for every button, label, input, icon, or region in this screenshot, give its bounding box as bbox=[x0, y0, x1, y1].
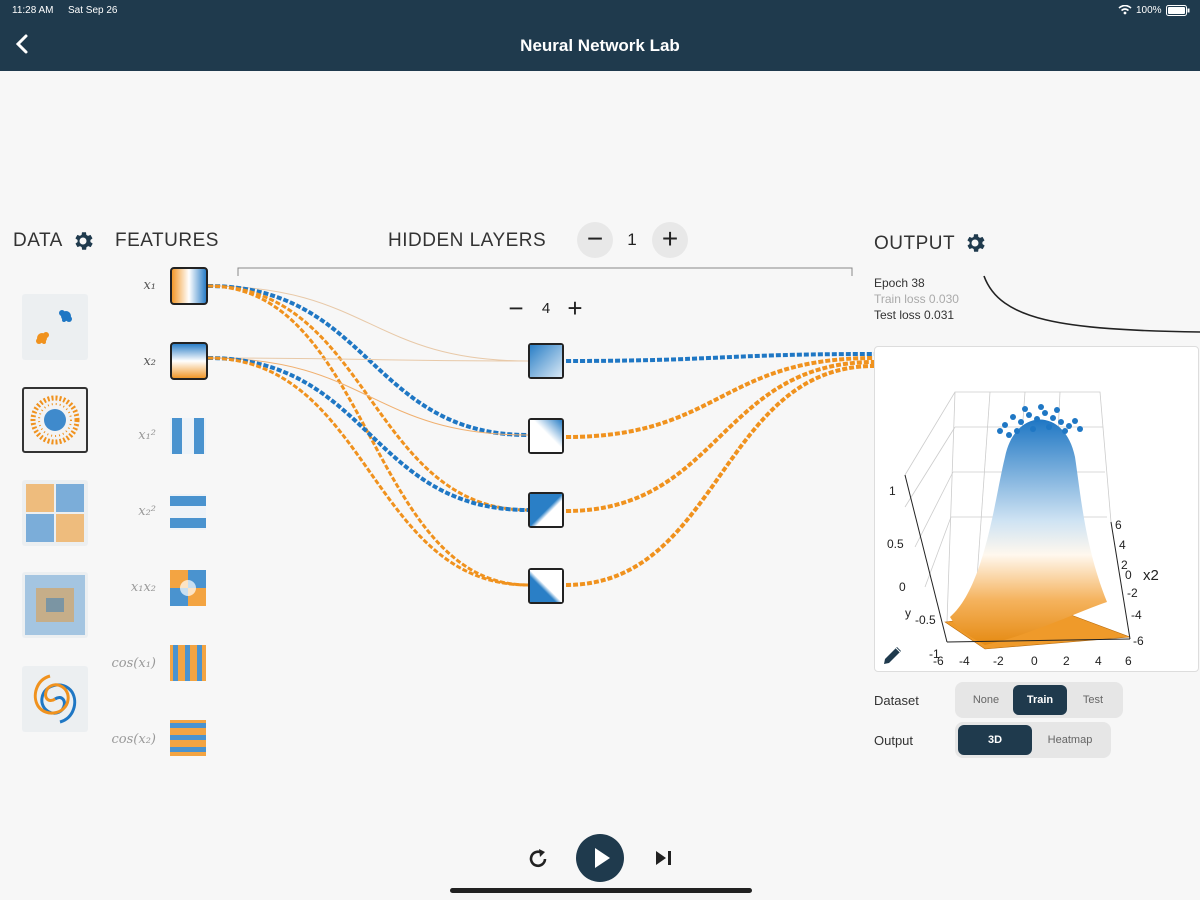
y-tick-0: 0 bbox=[1125, 568, 1132, 582]
neuron-2[interactable] bbox=[528, 418, 564, 454]
z-tick-0: 0 bbox=[899, 580, 906, 594]
z-tick-minus-0.5: -0.5 bbox=[915, 613, 936, 627]
y-tick-minus-2: -2 bbox=[1127, 586, 1138, 600]
x-tick-minus-6: -4 bbox=[959, 654, 970, 668]
dataset-toggle-label: Dataset bbox=[874, 693, 919, 708]
step-icon bbox=[656, 851, 671, 865]
dataset-noisy[interactable] bbox=[22, 572, 88, 638]
feature-label-x1-squared: x₁² bbox=[138, 428, 156, 443]
feature-x1[interactable] bbox=[170, 267, 208, 305]
z-axis-label: y bbox=[905, 606, 911, 620]
x-tick-6: 6 bbox=[1125, 654, 1132, 668]
feature-label-x2-squared: x₂² bbox=[138, 504, 156, 519]
connection-n3-out bbox=[565, 360, 875, 513]
y-tick-minus-4: -4 bbox=[1131, 608, 1142, 622]
output-3d-plot[interactable]: 1 0.5 0 -0.5 -1 y -4 -2 0 2 4 6 -6 6 4 2… bbox=[874, 346, 1199, 672]
y-axis-label: x2 bbox=[1143, 567, 1159, 584]
surface-peak bbox=[950, 419, 1107, 645]
connection-n2-out bbox=[565, 356, 875, 439]
step-button[interactable] bbox=[652, 846, 676, 870]
loss-curve bbox=[983, 275, 1200, 333]
reset-button[interactable] bbox=[524, 845, 552, 873]
dataset-option-test[interactable]: Test bbox=[1067, 685, 1119, 715]
feature-cos-x2[interactable] bbox=[170, 720, 206, 756]
dataset-circle[interactable] bbox=[22, 387, 88, 453]
output-toggle: 3D Heatmap bbox=[955, 722, 1111, 758]
feature-label-cos-x2: cos(x₂) bbox=[111, 732, 156, 747]
feature-cos-x1[interactable] bbox=[170, 645, 206, 681]
z-tick-0.5: 0.5 bbox=[887, 537, 904, 551]
pencil-icon bbox=[884, 647, 901, 664]
x-tick-2: 2 bbox=[1063, 654, 1070, 668]
dataset-option-none[interactable]: None bbox=[959, 685, 1013, 715]
output-toggle-label: Output bbox=[874, 733, 914, 748]
play-button[interactable] bbox=[576, 834, 624, 882]
reset-icon bbox=[529, 849, 547, 868]
edit-plot-button[interactable] bbox=[881, 643, 905, 667]
dataset-toggle: None Train Test bbox=[955, 682, 1123, 718]
connection-x2-n3 bbox=[207, 356, 529, 512]
x-tick-6-left: -6 bbox=[933, 654, 944, 668]
output-option-heatmap[interactable]: Heatmap bbox=[1033, 725, 1107, 755]
connection-x1-n3 bbox=[207, 284, 529, 512]
x-tick-0: 0 bbox=[1031, 654, 1038, 668]
epoch-counter: Epoch 38 bbox=[874, 276, 925, 290]
feature-label-cos-x1: cos(x₁) bbox=[111, 656, 156, 671]
feature-x1x2[interactable] bbox=[170, 570, 206, 606]
y-tick-6: 6 bbox=[1115, 518, 1122, 532]
hidden-layers-bracket bbox=[237, 267, 853, 276]
dataset-xor[interactable] bbox=[22, 480, 88, 546]
feature-label-x1x2: x₁x₂ bbox=[130, 580, 156, 595]
y-tick-minus-6: -6 bbox=[1133, 634, 1144, 648]
connection-n4-out bbox=[565, 364, 875, 587]
test-loss: Test loss 0.031 bbox=[874, 308, 955, 322]
feature-x2[interactable] bbox=[170, 342, 208, 380]
feature-label-x1: x₁ bbox=[143, 278, 156, 293]
neuron-1[interactable] bbox=[528, 343, 564, 379]
connection-x2-n4 bbox=[207, 356, 529, 587]
neuron-4[interactable] bbox=[528, 568, 564, 604]
play-icon bbox=[595, 848, 610, 868]
dataset-gaussian[interactable] bbox=[22, 294, 88, 360]
feature-x1-squared[interactable] bbox=[170, 418, 206, 454]
output-option-3d[interactable]: 3D bbox=[958, 725, 1032, 755]
x-tick-minus-2: -2 bbox=[993, 654, 1004, 668]
x-tick-4: 4 bbox=[1095, 654, 1102, 668]
dataset-option-train[interactable]: Train bbox=[1013, 685, 1067, 715]
z-tick-1: 1 bbox=[889, 484, 896, 498]
home-indicator bbox=[450, 888, 752, 893]
train-loss: Train loss 0.030 bbox=[874, 292, 959, 306]
dataset-spiral[interactable] bbox=[22, 666, 88, 732]
feature-x2-squared[interactable] bbox=[170, 494, 206, 530]
neuron-3[interactable] bbox=[528, 492, 564, 528]
connection-x1-n4 bbox=[207, 284, 529, 587]
y-tick-4: 4 bbox=[1119, 538, 1126, 552]
feature-label-x2: x₂ bbox=[143, 354, 156, 369]
